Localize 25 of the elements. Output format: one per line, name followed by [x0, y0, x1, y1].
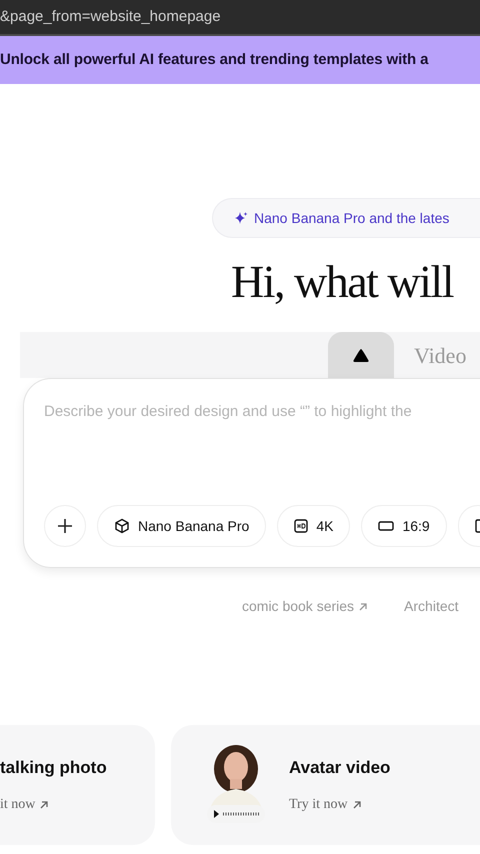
arrow-up-right-icon: [358, 602, 368, 612]
card-title: talking photo: [0, 756, 107, 779]
sparkle-icon: [234, 211, 248, 225]
feature-card[interactable]: Avatar video Try it now: [171, 725, 480, 845]
arrow-up-right-icon: [352, 800, 362, 810]
tab[interactable]: [328, 332, 394, 378]
model-selector[interactable]: Nano Banana Pro: [97, 505, 266, 547]
hd-icon: [294, 519, 308, 533]
aspect-ratio-selector[interactable]: 16:9: [361, 505, 447, 547]
greeting-heading: Hi, what will: [231, 255, 453, 309]
triangle-icon: [352, 347, 370, 363]
announcement-pill[interactable]: Nano Banana Pro and the lates: [212, 198, 480, 238]
promo-banner-text: Unlock all powerful AI features and trending templates with a: [0, 50, 428, 70]
arrow-up-right-icon: [39, 800, 50, 810]
try-link[interactable]: Try it now: [289, 794, 390, 816]
card-title: Avatar video: [289, 756, 390, 779]
quality-selector[interactable]: 4K: [277, 505, 350, 547]
try-link[interactable]: it now: [0, 794, 107, 816]
add-button[interactable]: [44, 505, 86, 547]
feature-card[interactable]: talking photo it now: [0, 725, 155, 845]
cube-icon: [114, 518, 130, 534]
rectangle-icon: [378, 521, 394, 531]
prompt-input[interactable]: Describe your desired design and use “” to highlight the: [44, 401, 480, 424]
address-bar[interactable]: &page_from=website_homepage: [0, 0, 480, 36]
plus-icon: [57, 518, 73, 534]
